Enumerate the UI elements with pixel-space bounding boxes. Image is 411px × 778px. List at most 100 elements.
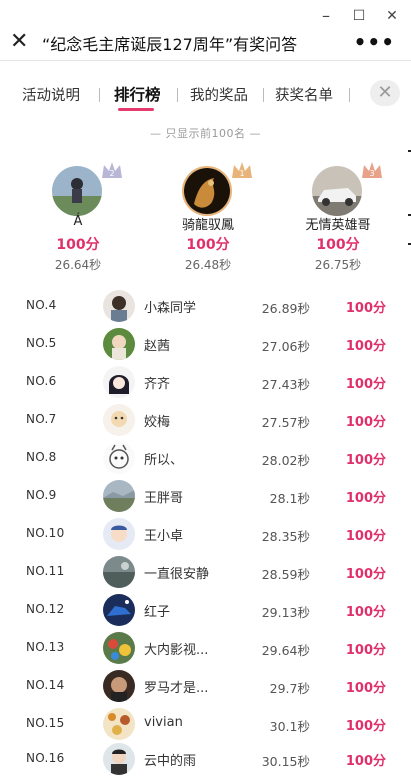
winner-time: 26.75秒: [314, 258, 362, 272]
tab-separator: [177, 88, 178, 102]
list-item[interactable]: NO.12 红子 29.13秒 100分: [0, 591, 411, 629]
maximize-icon[interactable]: ☐: [349, 6, 369, 26]
winner-time: 26.64秒: [54, 258, 102, 272]
answer-time: 28.59秒: [261, 567, 310, 582]
user-name: 一直很安静: [144, 567, 210, 582]
rank-number: NO.4: [26, 298, 57, 312]
answer-time: 29.7秒: [269, 681, 310, 696]
user-name: 小森同学: [144, 301, 197, 316]
close-page-icon[interactable]: ✕: [10, 29, 28, 55]
rank-number: NO.12: [26, 602, 65, 616]
user-name: 所以、: [144, 453, 184, 468]
header-divider: [0, 60, 411, 61]
tab-separator: [349, 88, 350, 102]
tab-bar: 活动说明 排行榜 我的奖品 获奖名单 ✕: [0, 76, 411, 116]
avatar: [103, 442, 135, 474]
list-item[interactable]: NO.13 大内影视... 29.64秒 100分: [0, 629, 411, 667]
list-item[interactable]: NO.16 云中的雨 30.15秒 100分: [0, 740, 411, 778]
user-name: 姣梅: [144, 415, 171, 430]
avatar: [103, 594, 135, 626]
answer-time: 27.43秒: [261, 377, 310, 392]
tab-separator: [263, 88, 264, 102]
winner-name: 骑龍驭鳳: [181, 218, 234, 233]
user-score: 100分: [345, 491, 386, 506]
rank-number: 2: [109, 169, 114, 178]
list-item[interactable]: NO.9 王胖哥 28.1秒 100分: [0, 477, 411, 515]
rank-number: NO.11: [26, 564, 65, 578]
answer-time: 28.02秒: [261, 453, 310, 468]
tab-activity-info[interactable]: 活动说明: [22, 84, 80, 105]
tab-separator: [99, 88, 100, 102]
active-tab-indicator: [118, 108, 154, 111]
avatar: [103, 632, 135, 664]
user-name: 云中的雨: [144, 754, 197, 769]
user-score: 100分: [345, 301, 386, 316]
minimize-icon[interactable]: –: [316, 6, 336, 26]
winner-score: 100分: [186, 237, 230, 253]
tab-my-prizes[interactable]: 我的奖品: [190, 84, 248, 105]
avatar: [103, 366, 135, 398]
list-item[interactable]: NO.6 齐齐 27.43秒 100分: [0, 363, 411, 401]
rank-number: NO.16: [26, 751, 65, 765]
user-score: 100分: [345, 567, 386, 582]
answer-time: 27.57秒: [261, 415, 310, 430]
window-title-bar: – ☐ ✕: [0, 0, 411, 32]
top-100-note: — 只显示前100名 —: [150, 127, 261, 140]
answer-time: 27.06秒: [261, 339, 310, 354]
user-score: 100分: [345, 339, 386, 354]
tabs-close-icon[interactable]: ✕: [370, 80, 400, 106]
rank-number: NO.7: [26, 412, 57, 426]
avatar: [182, 166, 232, 216]
avatar: [103, 743, 135, 775]
list-item[interactable]: NO.4 小森同学 26.89秒 100分: [0, 287, 411, 325]
user-name: 大内影视...: [144, 643, 209, 658]
avatar: [312, 166, 362, 216]
rank-number: NO.14: [26, 678, 65, 692]
avatar: [103, 708, 135, 740]
rank-number: 3: [369, 169, 374, 178]
tab-leaderboard[interactable]: 排行榜: [114, 83, 161, 105]
list-item[interactable]: NO.11 一直很安静 28.59秒 100分: [0, 553, 411, 591]
list-item[interactable]: NO.7 姣梅 27.57秒 100分: [0, 401, 411, 439]
answer-time: 30.15秒: [261, 754, 310, 769]
rank-number: NO.10: [26, 526, 65, 540]
rank-number: NO.5: [26, 336, 57, 350]
list-item[interactable]: NO.14 罗马才是... 29.7秒 100分: [0, 667, 411, 705]
bronze-crown-icon: 3: [362, 162, 382, 178]
podium-third[interactable]: 3 无情英雄哥 100分 26.75秒: [276, 158, 396, 273]
list-item[interactable]: NO.15 vivian 30.1秒 100分: [0, 705, 411, 743]
avatar: [103, 556, 135, 588]
list-item[interactable]: NO.10 王小卓 28.35秒 100分: [0, 515, 411, 553]
silver-crown-icon: 2: [102, 162, 122, 178]
user-score: 100分: [345, 643, 386, 658]
close-icon[interactable]: ✕: [382, 6, 402, 26]
rank-number: NO.9: [26, 488, 57, 502]
winner-name: 无情英雄哥: [305, 218, 371, 233]
answer-time: 26.89秒: [261, 301, 310, 316]
user-score: 100分: [345, 377, 386, 392]
user-score: 100分: [345, 529, 386, 544]
user-name: 齐齐: [144, 377, 171, 392]
podium-second[interactable]: 2 Á 100分 26.64秒: [16, 158, 136, 273]
user-name: vivian: [144, 715, 183, 730]
rank-number: NO.13: [26, 640, 65, 654]
tab-winners-list[interactable]: 获奖名单: [275, 84, 333, 105]
list-item[interactable]: NO.8 所以、 28.02秒 100分: [0, 439, 411, 477]
winner-time: 26.48秒: [184, 258, 232, 272]
avatar: [103, 518, 135, 550]
answer-time: 28.1秒: [269, 491, 310, 506]
list-item[interactable]: NO.5 赵茜 27.06秒 100分: [0, 325, 411, 363]
answer-time: 29.64秒: [261, 643, 310, 658]
winner-name: Á: [73, 214, 83, 229]
user-name: 王胖哥: [144, 491, 184, 506]
avatar: [103, 404, 135, 436]
avatar: [103, 480, 135, 512]
more-menu-icon[interactable]: •••: [354, 30, 395, 54]
answer-time: 29.13秒: [261, 605, 310, 620]
rank-number: NO.15: [26, 716, 65, 730]
winner-score: 100分: [316, 237, 360, 253]
user-name: 王小卓: [144, 529, 184, 544]
answer-time: 28.35秒: [261, 529, 310, 544]
podium-first[interactable]: 1 骑龍驭鳳 100分 26.48秒: [146, 158, 266, 273]
user-score: 100分: [345, 453, 386, 468]
